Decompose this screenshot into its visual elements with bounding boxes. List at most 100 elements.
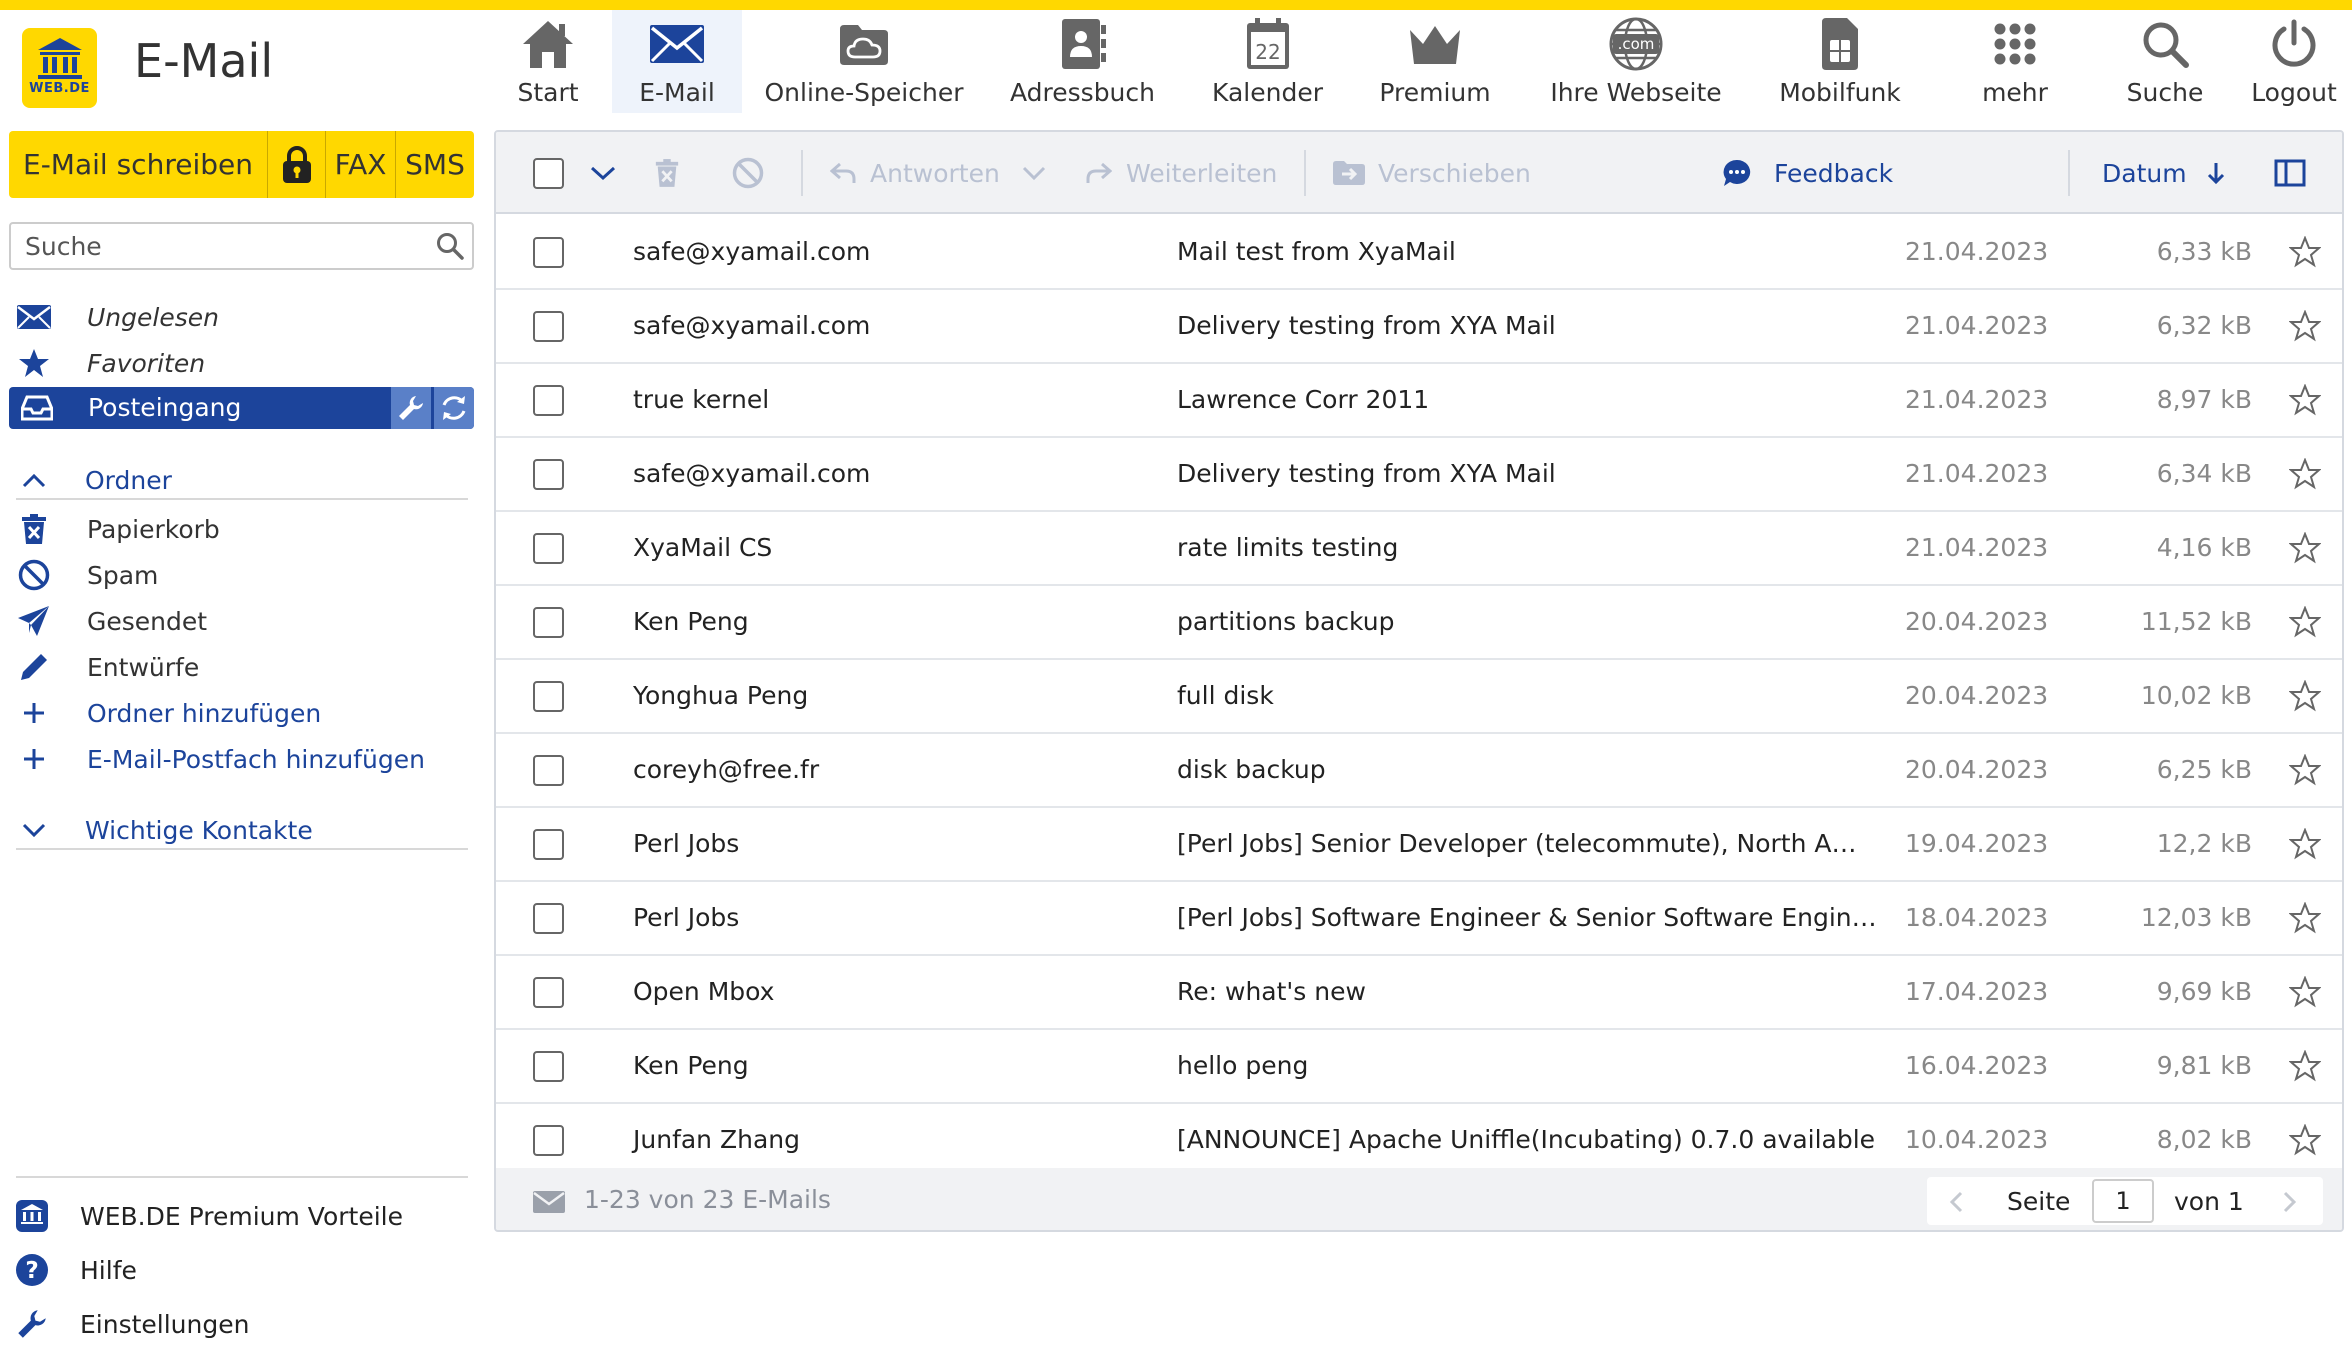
reply-button[interactable]: Antworten (830, 132, 1000, 214)
sort-by-date-button[interactable]: Datum (2102, 132, 2225, 214)
table-row[interactable]: safe@xyamail.com Delivery testing from X… (496, 438, 2342, 512)
sidebar-item-drafts[interactable]: Entwürfe (9, 646, 474, 688)
move-button[interactable]: Verschieben (1332, 132, 1531, 214)
chevron-down-icon (1022, 166, 1046, 181)
sidebar-item-unread[interactable]: Ungelesen (9, 296, 474, 338)
star-icon[interactable] (2289, 236, 2321, 268)
page-input[interactable] (2092, 1179, 2154, 1223)
sms-button[interactable]: SMS (396, 131, 474, 198)
star-icon[interactable] (2289, 384, 2321, 416)
table-row[interactable]: XyaMail CS rate limits testing 21.04.202… (496, 512, 2342, 586)
row-checkbox[interactable] (533, 459, 564, 490)
webde-logo[interactable]: WEB.DE (22, 28, 97, 108)
star-icon[interactable] (2289, 680, 2321, 712)
sidebar-item-trash[interactable]: Papierkorb (9, 508, 474, 550)
table-row[interactable]: Perl Jobs [Perl Jobs] Senior Developer (… (496, 808, 2342, 882)
calendar-icon: 22 (1246, 18, 1289, 69)
table-row[interactable]: Perl Jobs [Perl Jobs] Software Engineer … (496, 882, 2342, 956)
spam-button[interactable] (732, 132, 764, 214)
folders-toggle[interactable]: Ordner (9, 459, 474, 501)
nav-premium[interactable]: Premium (1370, 10, 1500, 113)
row-checkbox[interactable] (533, 681, 564, 712)
nav-label: Adressbuch (1010, 78, 1155, 107)
star-icon[interactable] (2289, 976, 2321, 1008)
star-icon[interactable] (2289, 310, 2321, 342)
nav-adressbuch[interactable]: Adressbuch (1000, 10, 1165, 113)
search-icon[interactable] (436, 232, 464, 260)
row-checkbox[interactable] (533, 311, 564, 342)
table-row[interactable]: Yonghua Peng full disk 20.04.2023 10,02 … (496, 660, 2342, 734)
premium-benefits-link[interactable]: WEB.DE Premium Vorteile (14, 1196, 403, 1236)
select-all-checkbox[interactable] (533, 132, 564, 214)
star-icon[interactable] (2289, 532, 2321, 564)
star-icon[interactable] (2289, 902, 2321, 934)
chevron-left-icon[interactable] (1949, 1191, 1963, 1213)
add-mailbox-link[interactable]: E-Mail-Postfach hinzufügen (9, 738, 474, 780)
contacts-toggle[interactable]: Wichtige Kontakte (9, 809, 474, 851)
pencil-icon (21, 654, 47, 680)
row-checkbox[interactable] (533, 607, 564, 638)
sidebar-item-favorites[interactable]: Favoriten (9, 342, 474, 384)
compose-email-button[interactable]: E-Mail schreiben (9, 131, 268, 198)
star-icon[interactable] (2289, 458, 2321, 490)
sidebar-item-sent[interactable]: Gesendet (9, 600, 474, 642)
nav-mobilfunk[interactable]: Mobilfunk (1770, 10, 1910, 113)
fax-button[interactable]: FAX (326, 131, 396, 198)
star-icon[interactable] (2289, 606, 2321, 638)
feedback-button[interactable]: Feedback (1722, 132, 1893, 214)
reply-options-dropdown[interactable] (1022, 132, 1046, 214)
help-link[interactable]: ? Hilfe (14, 1250, 137, 1290)
star-icon[interactable] (2289, 828, 2321, 860)
row-checkbox[interactable] (533, 1125, 564, 1156)
toolbar-divider (801, 150, 803, 196)
bottom-item-label: Einstellungen (80, 1309, 250, 1339)
table-row[interactable]: Open Mbox Re: what's new 17.04.2023 9,69… (496, 956, 2342, 1030)
nav-suche[interactable]: Suche (2110, 10, 2220, 113)
sidebar-item-spam[interactable]: Spam (9, 554, 474, 596)
nav-ihre-webseite[interactable]: .com Ihre Webseite (1540, 10, 1732, 113)
delete-button[interactable] (654, 132, 680, 214)
table-row[interactable]: Ken Peng hello peng 16.04.2023 9,81 kB (496, 1030, 2342, 1104)
chevron-right-icon[interactable] (2283, 1191, 2297, 1213)
settings-link[interactable]: Einstellungen (14, 1304, 249, 1344)
nav-kalender[interactable]: 22 Kalender (1205, 10, 1330, 113)
table-row[interactable]: coreyh@free.fr disk backup 20.04.2023 6,… (496, 734, 2342, 808)
mail-subject: Delivery testing from XYA Mail (1177, 311, 1556, 340)
row-checkbox[interactable] (533, 385, 564, 416)
nav-start[interactable]: Start (500, 10, 596, 113)
table-row[interactable]: Junfan Zhang [ANNOUNCE] Apache Uniffle(I… (496, 1104, 2342, 1178)
table-row[interactable]: true kernel Lawrence Corr 2011 21.04.202… (496, 364, 2342, 438)
mail-date: 21.04.2023 (1905, 459, 2049, 488)
search-input[interactable] (25, 230, 425, 262)
table-row[interactable]: safe@xyamail.com Delivery testing from X… (496, 290, 2342, 364)
inbox-settings-button[interactable] (391, 387, 431, 429)
nav-mehr[interactable]: mehr (1955, 10, 2075, 113)
reading-pane-toggle[interactable] (2274, 132, 2306, 214)
inbox-refresh-button[interactable] (434, 387, 474, 429)
nav-online-speicher[interactable]: Online-Speicher (760, 10, 968, 113)
row-checkbox[interactable] (533, 977, 564, 1008)
star-icon[interactable] (2289, 1124, 2321, 1156)
nav-email[interactable]: E-Mail (612, 10, 742, 113)
add-folder-link[interactable]: Ordner hinzufügen (9, 692, 474, 734)
row-checkbox[interactable] (533, 237, 564, 268)
bottom-item-label: Hilfe (80, 1255, 137, 1285)
star-icon[interactable] (2289, 754, 2321, 786)
row-checkbox[interactable] (533, 1051, 564, 1082)
bottom-item-label: WEB.DE Premium Vorteile (80, 1201, 403, 1231)
star-icon[interactable] (2289, 1050, 2321, 1082)
secure-mail-button[interactable] (268, 131, 326, 198)
table-row[interactable]: Ken Peng partitions backup 20.04.2023 11… (496, 586, 2342, 660)
forward-button[interactable]: Weiterleiten (1086, 132, 1277, 214)
house-icon (523, 21, 573, 68)
table-row[interactable]: safe@xyamail.com Mail test from XyaMail … (496, 216, 2342, 290)
mail-count: 1-23 von 23 E-Mails (584, 1185, 831, 1214)
row-checkbox[interactable] (533, 755, 564, 786)
row-checkbox[interactable] (533, 903, 564, 934)
sidebar-item-inbox[interactable]: Posteingang (9, 387, 474, 429)
row-checkbox[interactable] (533, 829, 564, 860)
mail-date: 20.04.2023 (1905, 681, 2049, 710)
select-options-dropdown[interactable] (590, 132, 616, 214)
nav-logout[interactable]: Logout (2240, 10, 2348, 113)
row-checkbox[interactable] (533, 533, 564, 564)
